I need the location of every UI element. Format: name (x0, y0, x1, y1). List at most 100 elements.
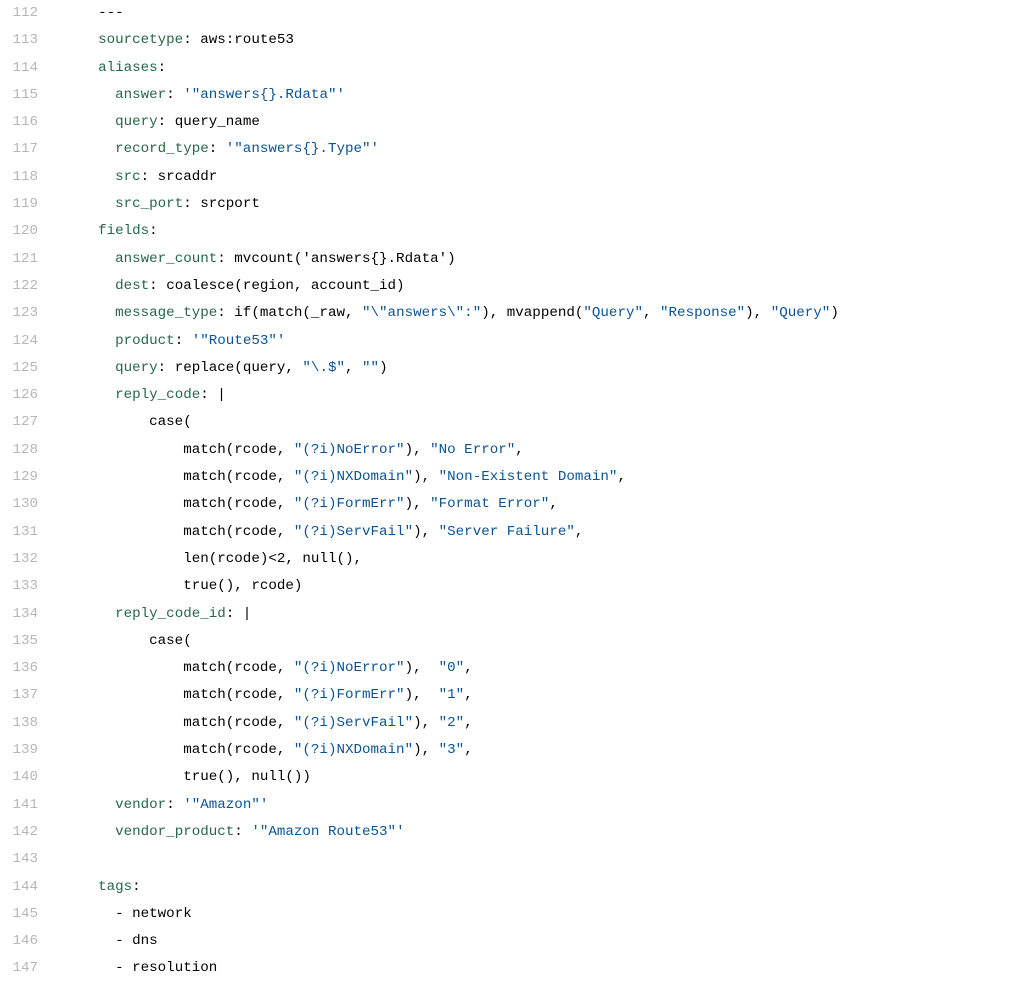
code-line[interactable]: dest: coalesce(region, account_id) (64, 273, 1024, 300)
code-line[interactable]: answer_count: mvcount('answers{}.Rdata') (64, 246, 1024, 273)
token-punc: : (158, 360, 175, 376)
line-number: 112 (10, 0, 38, 27)
line-number: 142 (10, 819, 38, 846)
token-punc: : (183, 196, 200, 212)
code-line[interactable]: match(rcode, "(?i)FormErr"), "1", (64, 682, 1024, 709)
token-dark: , (464, 715, 473, 731)
token-dark: match(rcode, (183, 524, 294, 540)
token-str: "No Error" (430, 442, 515, 458)
token-punc: : (141, 169, 158, 185)
code-line[interactable]: case( (64, 628, 1024, 655)
line-number: 122 (10, 273, 38, 300)
token-dark: , (643, 305, 660, 321)
code-line[interactable]: true(), null()) (64, 764, 1024, 791)
token-str: "Non-Existent Domain" (439, 469, 618, 485)
token-dark: case( (149, 414, 192, 430)
code-line[interactable]: reply_code: | (64, 382, 1024, 409)
token-dark: if(match(_raw, (234, 305, 362, 321)
code-line[interactable]: match(rcode, "(?i)FormErr"), "Format Err… (64, 491, 1024, 518)
token-dark: aws:route53 (200, 32, 294, 48)
token-punc: : (149, 223, 158, 239)
token-key: dest (115, 278, 149, 294)
code-line[interactable]: answer: '"answers{}.Rdata"' (64, 82, 1024, 109)
line-number: 141 (10, 792, 38, 819)
token-punc: : (158, 60, 167, 76)
token-dark: , (345, 360, 362, 376)
code-line[interactable]: vendor: '"Amazon"' (64, 792, 1024, 819)
token-dark: , (464, 742, 473, 758)
token-dark: replace(query, (175, 360, 303, 376)
token-str: "2" (439, 715, 465, 731)
code-line[interactable]: true(), rcode) (64, 573, 1024, 600)
line-number: 146 (10, 928, 38, 955)
code-line[interactable]: record_type: '"answers{}.Type"' (64, 136, 1024, 163)
token-str: "Query" (771, 305, 831, 321)
line-number: 147 (10, 955, 38, 982)
code-content[interactable]: --- sourcetype: aws:route53 aliases: ans… (64, 0, 1024, 983)
code-line[interactable] (64, 846, 1024, 873)
code-line[interactable]: - network (64, 901, 1024, 928)
token-dark: resolution (132, 960, 217, 976)
token-dark: true(), null()) (183, 769, 311, 785)
line-number: 137 (10, 682, 38, 709)
token-dark: mvcount('answers{}.Rdata') (234, 251, 455, 267)
token-dark: ), (405, 687, 439, 703)
code-line[interactable]: query: query_name (64, 109, 1024, 136)
code-line[interactable]: - resolution (64, 955, 1024, 982)
code-line[interactable]: query: replace(query, "\.$", "") (64, 355, 1024, 382)
token-dark: srcaddr (158, 169, 218, 185)
code-line[interactable]: fields: (64, 218, 1024, 245)
code-line[interactable]: product: '"Route53"' (64, 328, 1024, 355)
line-number: 138 (10, 710, 38, 737)
token-dark: ), (405, 660, 439, 676)
token-str: "(?i)NoError" (294, 660, 405, 676)
token-str: "" (362, 360, 379, 376)
code-line[interactable]: --- (64, 0, 1024, 27)
line-number: 130 (10, 491, 38, 518)
code-line[interactable]: message_type: if(match(_raw, "\"answers\… (64, 300, 1024, 327)
code-line[interactable]: - dns (64, 928, 1024, 955)
token-dark: ) (379, 360, 388, 376)
code-line[interactable]: aliases: (64, 55, 1024, 82)
token-str: "(?i)ServFail" (294, 524, 413, 540)
code-line[interactable]: match(rcode, "(?i)NoError"), "No Error", (64, 437, 1024, 464)
code-line[interactable]: vendor_product: '"Amazon Route53"' (64, 819, 1024, 846)
code-line[interactable]: reply_code_id: | (64, 601, 1024, 628)
token-dark: , (575, 524, 584, 540)
token-key: reply_code (115, 387, 200, 403)
line-number: 143 (10, 846, 38, 873)
code-editor: 1121131141151161171181191201211221231241… (0, 0, 1024, 983)
token-punc: - (115, 906, 132, 922)
code-line[interactable]: match(rcode, "(?i)NXDomain"), "3", (64, 737, 1024, 764)
line-number: 127 (10, 409, 38, 436)
code-line[interactable]: match(rcode, "(?i)NXDomain"), "Non-Exist… (64, 464, 1024, 491)
line-number: 131 (10, 519, 38, 546)
code-line[interactable]: sourcetype: aws:route53 (64, 27, 1024, 54)
token-key: vendor_product (115, 824, 234, 840)
token-dark: query_name (175, 114, 260, 130)
code-line[interactable]: src: srcaddr (64, 164, 1024, 191)
code-line[interactable]: match(rcode, "(?i)ServFail"), "2", (64, 710, 1024, 737)
code-line[interactable]: tags: (64, 874, 1024, 901)
token-str: "1" (439, 687, 465, 703)
code-line[interactable]: len(rcode)<2, null(), (64, 546, 1024, 573)
token-punc: --- (98, 5, 124, 21)
token-dark: , (515, 442, 524, 458)
token-key: message_type (115, 305, 217, 321)
line-number: 114 (10, 55, 38, 82)
code-line[interactable]: match(rcode, "(?i)NoError"), "0", (64, 655, 1024, 682)
token-dark: , (464, 660, 473, 676)
token-str: "(?i)ServFail" (294, 715, 413, 731)
code-line[interactable]: match(rcode, "(?i)ServFail"), "Server Fa… (64, 519, 1024, 546)
line-number: 113 (10, 27, 38, 54)
token-key: fields (98, 223, 149, 239)
token-key: aliases (98, 60, 158, 76)
code-line[interactable]: src_port: srcport (64, 191, 1024, 218)
line-number: 115 (10, 82, 38, 109)
code-line[interactable]: case( (64, 409, 1024, 436)
token-key: answer_count (115, 251, 217, 267)
token-dark: ), (405, 496, 431, 512)
token-str: "(?i)NoError" (294, 442, 405, 458)
token-dark: coalesce(region, account_id) (166, 278, 404, 294)
line-number: 128 (10, 437, 38, 464)
